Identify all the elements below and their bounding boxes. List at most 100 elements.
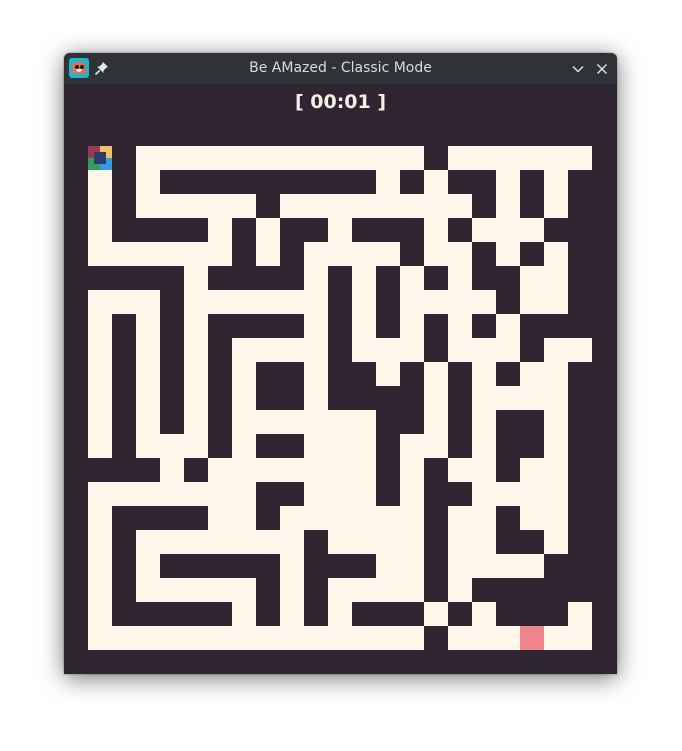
maze-path-cell bbox=[400, 314, 424, 338]
maze-path-cell bbox=[400, 146, 424, 170]
maze-path-cell bbox=[232, 458, 256, 482]
maze-path-cell bbox=[280, 602, 304, 626]
maze-path-cell bbox=[496, 170, 520, 194]
maze-path-cell bbox=[88, 290, 112, 314]
maze-path-cell bbox=[544, 290, 568, 314]
maze-path-cell bbox=[136, 194, 160, 218]
maze-path-cell bbox=[160, 626, 184, 650]
maze-path-cell bbox=[520, 506, 544, 530]
maze-path-cell bbox=[352, 314, 376, 338]
maze-path-cell bbox=[352, 482, 376, 506]
maze-path-cell bbox=[376, 146, 400, 170]
maze-path-cell bbox=[256, 290, 280, 314]
maze-path-cell bbox=[400, 626, 424, 650]
maze-path-cell bbox=[400, 530, 424, 554]
maze-path-cell bbox=[472, 146, 496, 170]
maze-path-cell bbox=[496, 314, 520, 338]
maze-path-cell bbox=[304, 194, 328, 218]
game-window: Be AMazed - Classic Mode [ 00:01 ] bbox=[64, 53, 617, 674]
maze-path-cell bbox=[520, 266, 544, 290]
maze-path-cell bbox=[88, 218, 112, 242]
maze-path-cell bbox=[400, 194, 424, 218]
maze-path-cell bbox=[448, 458, 472, 482]
maze-path-cell bbox=[544, 506, 568, 530]
maze-path-cell bbox=[328, 410, 352, 434]
maze-path-cell bbox=[256, 242, 280, 266]
maze-path-cell bbox=[208, 458, 232, 482]
maze-path-cell bbox=[88, 170, 112, 194]
maze-path-cell bbox=[304, 338, 328, 362]
maze-path-cell bbox=[328, 626, 352, 650]
maze-path-cell bbox=[184, 314, 208, 338]
maze-path-cell bbox=[424, 362, 448, 386]
maze-path-cell bbox=[544, 386, 568, 410]
maze-path-cell bbox=[136, 530, 160, 554]
window-titlebar[interactable]: Be AMazed - Classic Mode bbox=[64, 53, 617, 84]
maze-path-cell bbox=[280, 410, 304, 434]
maze-path-cell bbox=[304, 314, 328, 338]
close-icon[interactable] bbox=[594, 61, 610, 77]
maze-path-cell bbox=[304, 410, 328, 434]
maze-path-cell bbox=[280, 626, 304, 650]
maze-path-cell bbox=[232, 506, 256, 530]
maze-path-cell bbox=[136, 314, 160, 338]
maze-path-cell bbox=[400, 434, 424, 458]
maze-path-cell bbox=[232, 626, 256, 650]
maze-path-cell bbox=[568, 338, 592, 362]
maze-path-cell bbox=[328, 530, 352, 554]
maze-path-cell bbox=[352, 530, 376, 554]
maze-path-cell bbox=[208, 506, 232, 530]
maze-path-cell bbox=[352, 506, 376, 530]
maze-path-cell bbox=[352, 626, 376, 650]
maze-path-cell bbox=[472, 434, 496, 458]
chevron-down-icon[interactable] bbox=[570, 61, 586, 77]
maze-path-cell bbox=[472, 362, 496, 386]
maze-path-cell bbox=[280, 554, 304, 578]
maze-path-cell bbox=[448, 242, 472, 266]
maze-path-cell bbox=[496, 626, 520, 650]
maze-path-cell bbox=[256, 530, 280, 554]
maze-path-cell bbox=[280, 530, 304, 554]
maze-path-cell bbox=[280, 194, 304, 218]
maze-board[interactable] bbox=[88, 146, 594, 652]
maze-path-cell bbox=[496, 482, 520, 506]
maze-path-cell bbox=[352, 290, 376, 314]
maze-path-cell bbox=[232, 410, 256, 434]
maze-path-cell bbox=[232, 386, 256, 410]
maze-path-cell bbox=[424, 386, 448, 410]
maze-path-cell bbox=[160, 530, 184, 554]
maze-path-cell bbox=[472, 554, 496, 578]
maze-path-cell bbox=[136, 434, 160, 458]
maze-path-cell bbox=[328, 506, 352, 530]
maze-path-cell bbox=[328, 482, 352, 506]
maze-path-cell bbox=[232, 434, 256, 458]
maze-path-cell bbox=[328, 194, 352, 218]
maze-path-cell bbox=[328, 242, 352, 266]
maze-path-cell bbox=[544, 434, 568, 458]
maze-path-cell bbox=[88, 314, 112, 338]
maze-path-cell bbox=[424, 410, 448, 434]
maze-path-cell bbox=[280, 458, 304, 482]
maze-path-cell bbox=[472, 458, 496, 482]
maze-path-cell bbox=[112, 290, 136, 314]
maze-path-cell bbox=[280, 146, 304, 170]
maze-path-cell bbox=[472, 410, 496, 434]
maze-path-cell bbox=[88, 434, 112, 458]
maze-path-cell bbox=[88, 386, 112, 410]
player-marker[interactable] bbox=[88, 146, 112, 170]
maze-path-cell bbox=[496, 218, 520, 242]
maze-path-cell bbox=[496, 386, 520, 410]
maze-path-cell bbox=[208, 242, 232, 266]
maze-path-cell bbox=[160, 434, 184, 458]
maze-path-cell bbox=[568, 146, 592, 170]
maze-path-cell bbox=[304, 386, 328, 410]
maze-path-cell bbox=[520, 458, 544, 482]
maze-path-cell bbox=[544, 338, 568, 362]
maze-path-cell bbox=[400, 338, 424, 362]
maze-path-cell bbox=[232, 362, 256, 386]
maze-path-cell bbox=[544, 266, 568, 290]
maze-path-cell bbox=[232, 194, 256, 218]
maze-path-cell bbox=[496, 242, 520, 266]
maze-path-cell bbox=[496, 338, 520, 362]
maze-path-cell bbox=[376, 626, 400, 650]
